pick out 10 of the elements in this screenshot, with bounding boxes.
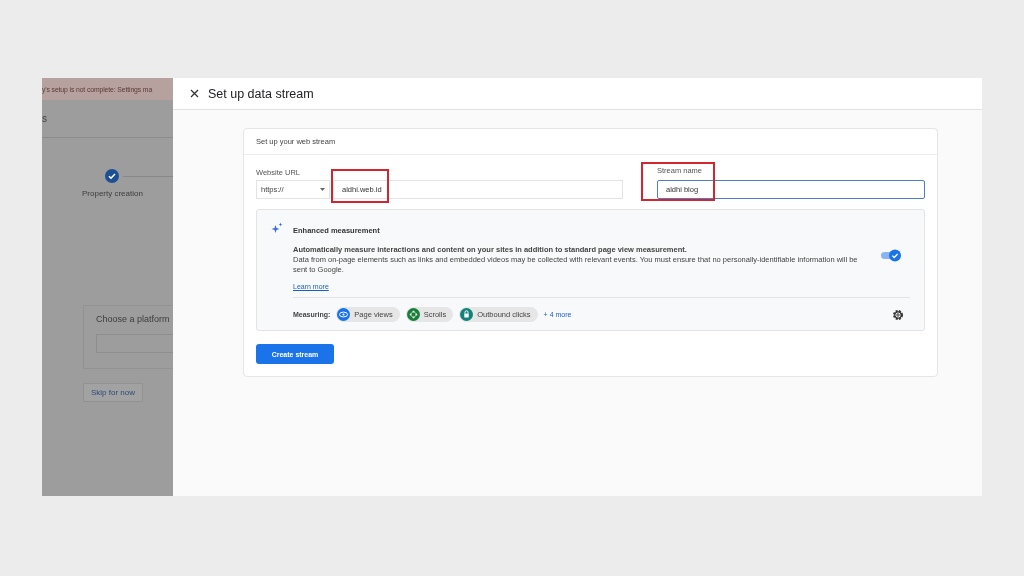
caret-icon: [320, 188, 325, 191]
step-label: Property creation: [82, 189, 143, 198]
toggle-switch[interactable]: [880, 249, 902, 262]
card-title: Choose a platform: [96, 314, 171, 324]
settings-icon[interactable]: [892, 308, 904, 321]
close-icon[interactable]: [190, 89, 199, 98]
page-heading: s: [42, 113, 47, 124]
sparkle-icon: [271, 222, 283, 234]
skip-button[interactable]: Skip for now: [83, 383, 144, 402]
dialog-title: Set up data stream: [208, 86, 314, 101]
